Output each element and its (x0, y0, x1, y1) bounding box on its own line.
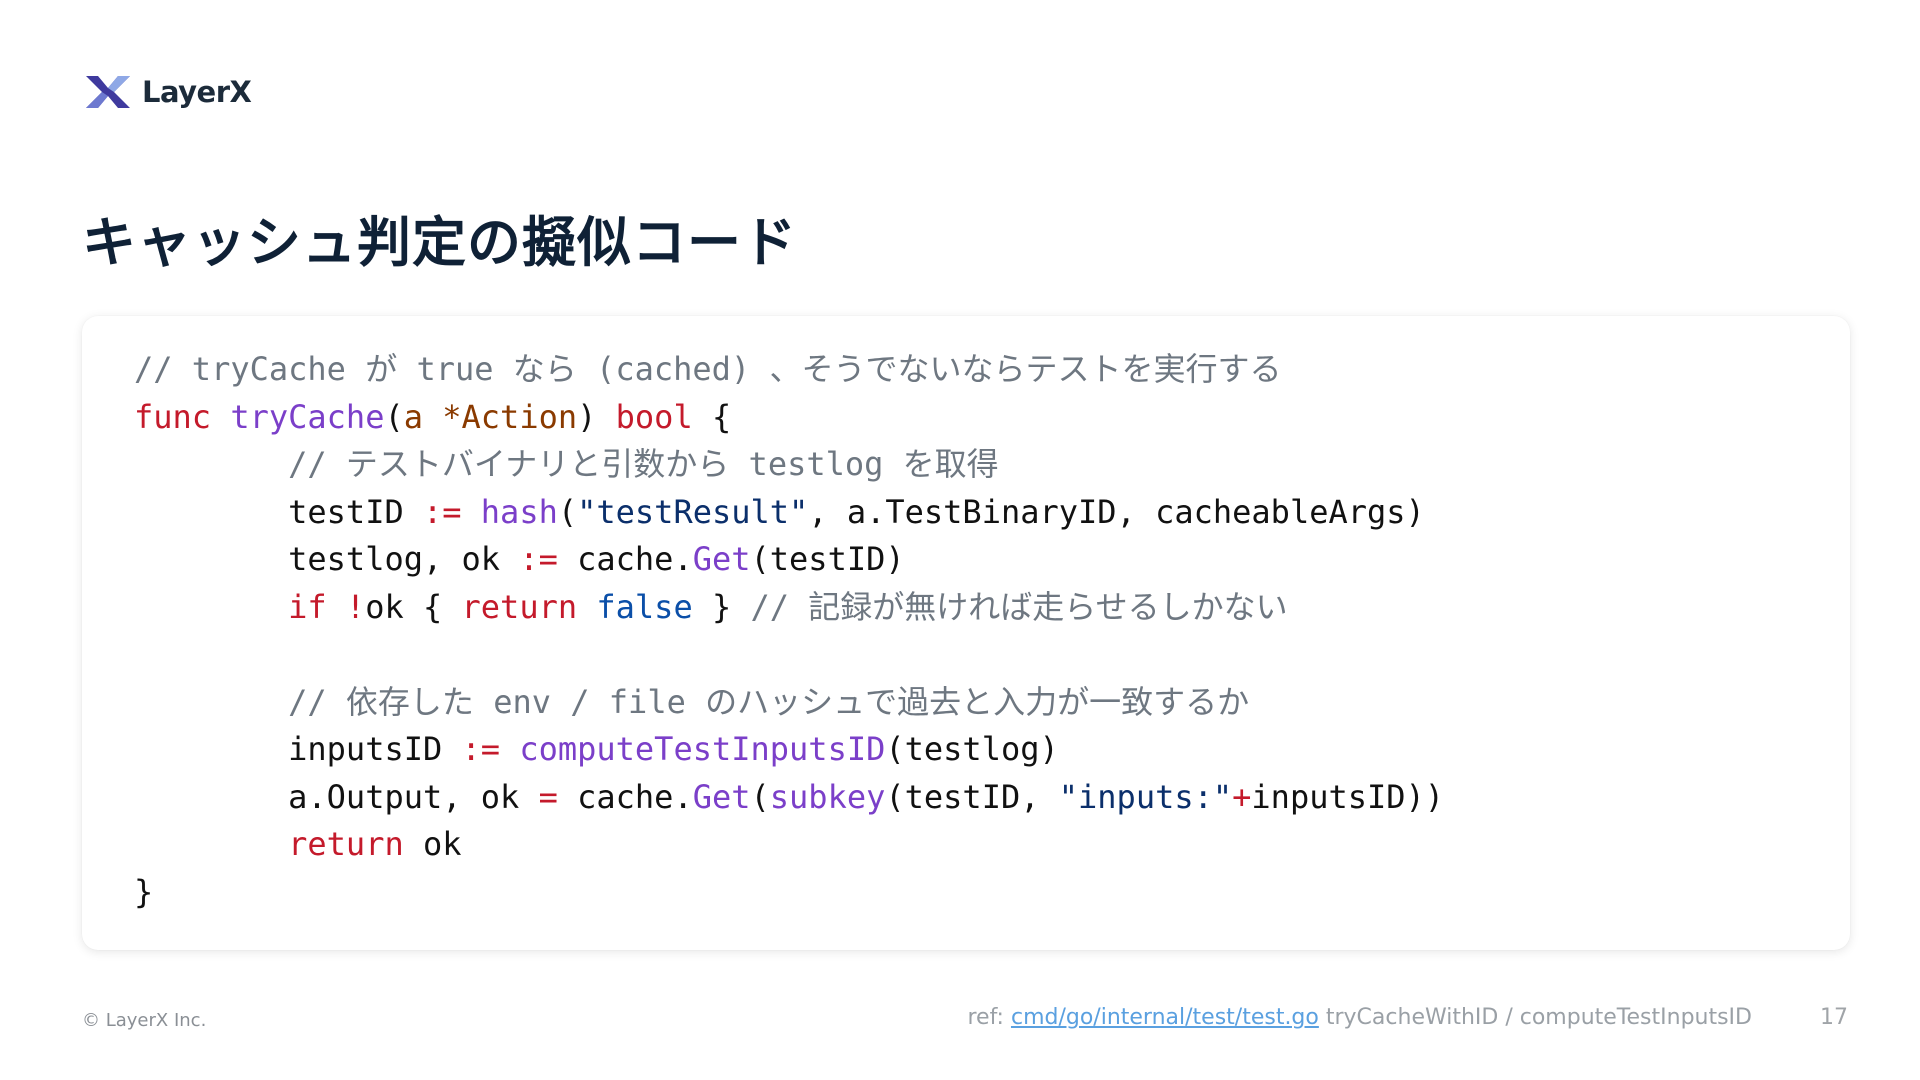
code-token: ! (345, 587, 366, 626)
code-token: "testResult" (577, 492, 809, 531)
code-token: ok (403, 825, 462, 863)
code-line: if !ok { return false } // 記録が無ければ走らせるしか… (134, 584, 1444, 632)
reference-note: ref: cmd/go/internal/test/test.go tryCac… (968, 1005, 1753, 1030)
layerx-logo-icon (86, 76, 130, 108)
code-token: ) (577, 397, 616, 436)
code-token: testID (134, 492, 423, 531)
code-token: false (596, 587, 693, 626)
code-token: Get (692, 777, 751, 816)
code-line: testlog, ok := cache.Get(testID) (134, 536, 1444, 584)
code-line: func tryCache(a *Action) bool { (134, 394, 1444, 442)
code-token: a.Output, ok (134, 777, 539, 816)
code-token: ok { (365, 587, 462, 626)
code-token: inputsID)) (1251, 777, 1445, 816)
logo-text: LayerX (142, 75, 252, 109)
code-token: "inputs:" (1058, 777, 1233, 816)
code-token: := (519, 540, 558, 578)
code-token: := (461, 730, 501, 768)
reference-prefix: ref: (967, 1005, 1011, 1030)
code-token: // tryCache が true なら (cached) 、そうでないならテ… (134, 350, 1282, 388)
code-token: tryCache (230, 397, 385, 436)
code-token: , a.TestBinaryID, cacheableArgs) (808, 492, 1425, 531)
code-line: a.Output, ok = cache.Get(subkey(testID, … (134, 774, 1444, 822)
slide: LayerX キャッシュ判定の擬似コード // tryCache が true … (0, 0, 1920, 1080)
code-token: a *Action (403, 397, 578, 436)
code-line: // テストバイナリと引数から testlog を取得 (134, 441, 1444, 489)
code-line: inputsID := computeTestInputsID(testlog) (134, 726, 1444, 774)
code-token: hash (480, 492, 558, 531)
code-token: (testlog) (885, 730, 1059, 768)
code-token: computeTestInputsID (519, 730, 886, 768)
code-token: bool (615, 397, 693, 436)
code-token: := (422, 492, 462, 531)
code-line: // 依存した env / file のハッシュで過去と入力が一致するか (134, 679, 1444, 727)
code-token: return (461, 587, 578, 626)
code-line: // tryCache が true なら (cached) 、そうでないならテ… (134, 346, 1444, 394)
code-token: // テストバイナリと引数から testlog を取得 (288, 445, 999, 483)
code-token: if (288, 587, 327, 626)
code-token: { (692, 397, 732, 436)
code-token: cache. (557, 777, 693, 816)
code-line: } (134, 869, 1444, 917)
slide-title: キャッシュ判定の擬似コード (82, 211, 797, 274)
reference-suffix: tryCacheWithID / computeTestInputsID (1318, 1005, 1752, 1030)
code-block: // tryCache が true なら (cached) 、そうでないならテ… (82, 316, 1850, 950)
code-token: inputsID (134, 730, 462, 768)
code-token: cache. (557, 540, 693, 578)
code-listing: // tryCache が true なら (cached) 、そうでないならテ… (134, 346, 1444, 916)
copyright-text: © LayerX Inc. (82, 1010, 207, 1031)
code-token: // 記録が無ければ走らせるしかない (750, 587, 1288, 626)
page-number: 17 (1820, 1005, 1848, 1030)
code-token: } (134, 872, 154, 911)
code-line: return ok (134, 821, 1444, 869)
code-token: testlog, ok (134, 540, 520, 578)
code-token: = (538, 777, 558, 816)
code-token: (testID) (750, 540, 905, 578)
code-token: // 依存した env / file のハッシュで過去と入力が一致するか (288, 682, 1250, 721)
code-token: ( (750, 777, 770, 816)
code-line: testID := hash("testResult", a.TestBinar… (134, 489, 1444, 537)
code-token: + (1232, 777, 1252, 816)
code-token: return (288, 825, 404, 863)
code-token: ( (557, 492, 578, 531)
code-token: Get (692, 540, 751, 578)
code-token: subkey (769, 777, 886, 816)
code-token: ( (384, 397, 404, 436)
code-token: } (692, 587, 751, 626)
code-token: (testID, (885, 777, 1059, 816)
reference-link[interactable]: cmd/go/internal/test/test.go (1011, 1005, 1319, 1030)
logo: LayerX (84, 70, 252, 114)
code-token: func (134, 397, 212, 436)
